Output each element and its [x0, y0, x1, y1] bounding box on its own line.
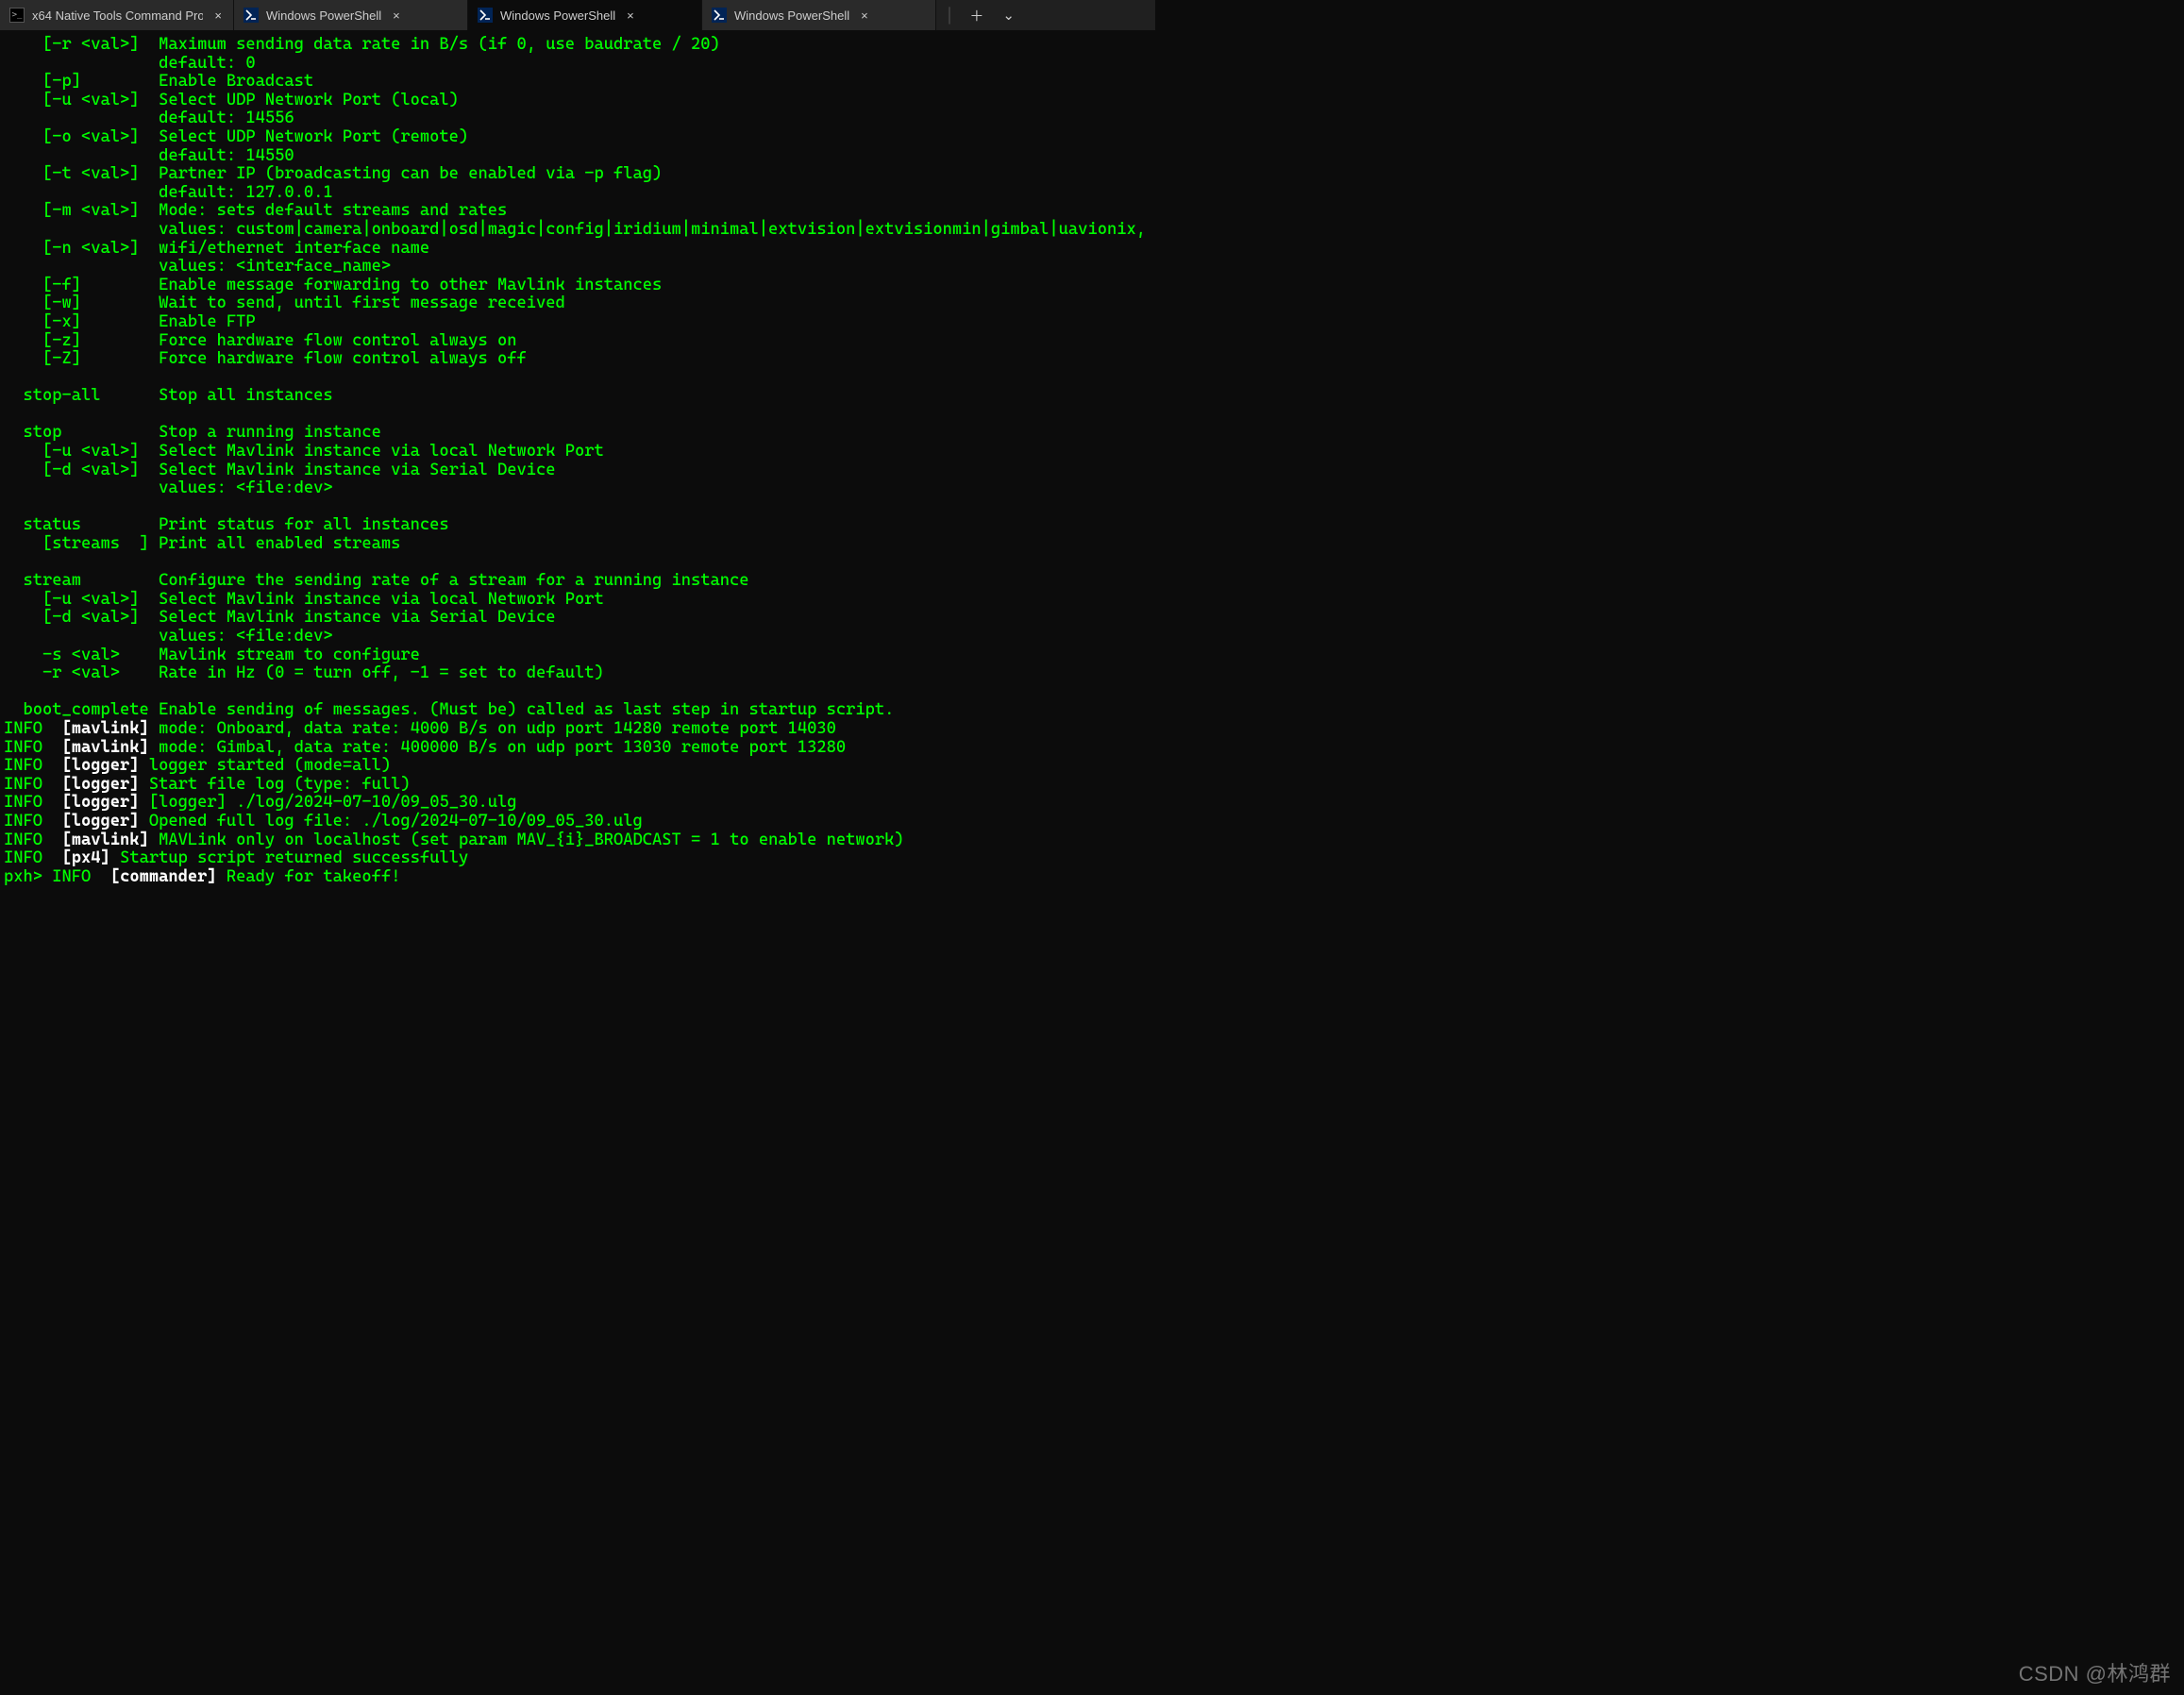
terminal-tab-bar: >_x64 Native Tools Command Pro×Windows P… [0, 0, 1155, 30]
log-module: [logger] [62, 793, 140, 812]
help-line: [-w] Wait to send, until first message r… [4, 294, 1151, 313]
log-level: INFO [4, 831, 42, 849]
log-line: INFO [logger] Start file log (type: full… [4, 776, 1151, 795]
help-line: [-f] Enable message forwarding to other … [4, 277, 1151, 295]
help-line: [-m <val>] Mode: sets default streams an… [4, 202, 1151, 221]
help-line [4, 498, 1151, 517]
log-level: INFO [4, 756, 42, 775]
powershell-icon [244, 8, 259, 23]
watermark: CSDN @林鸿群 [2019, 1657, 2171, 1687]
log-module: [mavlink] [62, 719, 149, 738]
log-level: INFO [4, 738, 42, 757]
log-module: [mavlink] [62, 831, 149, 849]
log-message: Ready for takeoff! [227, 867, 401, 886]
log-message: logger started (mode=all) [149, 756, 391, 775]
help-line: [streams ] Print all enabled streams [4, 535, 1151, 554]
close-icon[interactable]: × [623, 8, 638, 23]
log-line: INFO [mavlink] mode: Gimbal, data rate: … [4, 739, 1151, 758]
log-module: [logger] [62, 812, 140, 831]
help-line: status Print status for all instances [4, 516, 1151, 535]
tab-title: x64 Native Tools Command Pro [32, 8, 203, 23]
terminal-output[interactable]: [-r <val>] Maximum sending data rate in … [0, 30, 1155, 892]
log-module: [commander] [110, 867, 217, 886]
log-line: INFO [mavlink] MAVLink only on localhost… [4, 831, 1151, 850]
tab-2[interactable]: Windows PowerShell × [468, 0, 702, 30]
log-module: [logger] [62, 775, 140, 794]
help-line: stream Configure the sending rate of a s… [4, 572, 1151, 591]
help-line: [-p] Enable Broadcast [4, 73, 1151, 92]
help-line: default: 127.0.0.1 [4, 184, 1151, 203]
help-line: [-u <val>] Select UDP Network Port (loca… [4, 92, 1151, 110]
help-line: [-t <val>] Partner IP (broadcasting can … [4, 165, 1151, 184]
log-message: Opened full log file: ./log/2024-07-10/0… [149, 812, 643, 831]
tab-dropdown-button[interactable]: ⌄ [999, 7, 1018, 24]
log-level: INFO [4, 719, 42, 738]
help-line: values: custom|camera|onboard|osd|magic|… [4, 221, 1151, 240]
log-module: [logger] [62, 756, 140, 775]
help-line: -r <val> Rate in Hz (0 = turn off, -1 = … [4, 664, 1151, 683]
tab-1[interactable]: Windows PowerShell × [234, 0, 468, 30]
log-line: INFO [logger] [logger] ./log/2024-07-10/… [4, 794, 1151, 813]
help-line [4, 406, 1151, 425]
help-line: values: <interface_name> [4, 258, 1151, 277]
powershell-icon [712, 8, 727, 23]
log-message: mode: Onboard, data rate: 4000 B/s on ud… [159, 719, 836, 738]
log-message: [logger] ./log/2024-07-10/09_05_30.ulg [149, 793, 517, 812]
tabbar-divider: │ [946, 8, 954, 24]
help-line: [-u <val>] Select Mavlink instance via l… [4, 591, 1151, 610]
help-line: values: <file:dev> [4, 628, 1151, 646]
log-level: INFO [4, 848, 42, 867]
log-line: INFO [logger] Opened full log file: ./lo… [4, 813, 1151, 831]
new-tab-button[interactable]: ＋ [966, 6, 987, 25]
tab-title: Windows PowerShell [500, 8, 615, 23]
help-line: values: <file:dev> [4, 479, 1151, 498]
help-line: [-u <val>] Select Mavlink instance via l… [4, 443, 1151, 462]
prompt-line[interactable]: pxh> INFO [commander] Ready for takeoff! [4, 868, 1151, 887]
help-line [4, 683, 1151, 702]
help-line: [-n <val>] wifi/ethernet interface name [4, 240, 1151, 259]
help-line: -s <val> Mavlink stream to configure [4, 646, 1151, 665]
log-line: INFO [logger] logger started (mode=all) [4, 757, 1151, 776]
log-level: INFO [4, 793, 42, 812]
cmd-icon: >_ [9, 8, 25, 23]
help-line: [-d <val>] Select Mavlink instance via S… [4, 462, 1151, 480]
log-message: Start file log (type: full) [149, 775, 411, 794]
log-level: INFO [4, 775, 42, 794]
tab-title: Windows PowerShell [266, 8, 381, 23]
log-message: Startup script returned successfully [120, 848, 468, 867]
log-module: [mavlink] [62, 738, 149, 757]
help-line: boot_complete Enable sending of messages… [4, 701, 1151, 720]
help-line: [-d <val>] Select Mavlink instance via S… [4, 609, 1151, 628]
log-message: MAVLink only on localhost (set param MAV… [159, 831, 904, 849]
log-message: mode: Gimbal, data rate: 400000 B/s on u… [159, 738, 846, 757]
log-line: INFO [mavlink] mode: Onboard, data rate:… [4, 720, 1151, 739]
help-line: default: 0 [4, 55, 1151, 74]
log-module: [px4] [62, 848, 110, 867]
help-line: default: 14556 [4, 109, 1151, 128]
close-icon[interactable]: × [857, 8, 872, 23]
close-icon[interactable]: × [210, 8, 226, 23]
help-line: default: 14550 [4, 147, 1151, 166]
help-line: stop-all Stop all instances [4, 387, 1151, 406]
help-line [4, 369, 1151, 388]
help-line: [-r <val>] Maximum sending data rate in … [4, 36, 1151, 55]
tab-0[interactable]: >_ x64 Native Tools Command Pro × [0, 0, 234, 30]
tab-title: Windows PowerShell [734, 8, 849, 23]
help-line: [-x] Enable FTP [4, 313, 1151, 332]
help-line: [-Z] Force hardware flow control always … [4, 350, 1151, 369]
help-line: [-o <val>] Select UDP Network Port (remo… [4, 128, 1151, 147]
help-line: stop Stop a running instance [4, 424, 1151, 443]
log-level: INFO [52, 867, 91, 886]
powershell-icon [478, 8, 493, 23]
tabbar-controls: │ ＋ ⌄ [936, 0, 1028, 30]
close-icon[interactable]: × [389, 8, 404, 23]
help-line [4, 554, 1151, 573]
prompt-prefix: pxh> [4, 867, 52, 886]
log-line: INFO [px4] Startup script returned succe… [4, 849, 1151, 868]
tab-3[interactable]: Windows PowerShell × [702, 0, 936, 30]
help-line: [-z] Force hardware flow control always … [4, 332, 1151, 351]
log-level: INFO [4, 812, 42, 831]
